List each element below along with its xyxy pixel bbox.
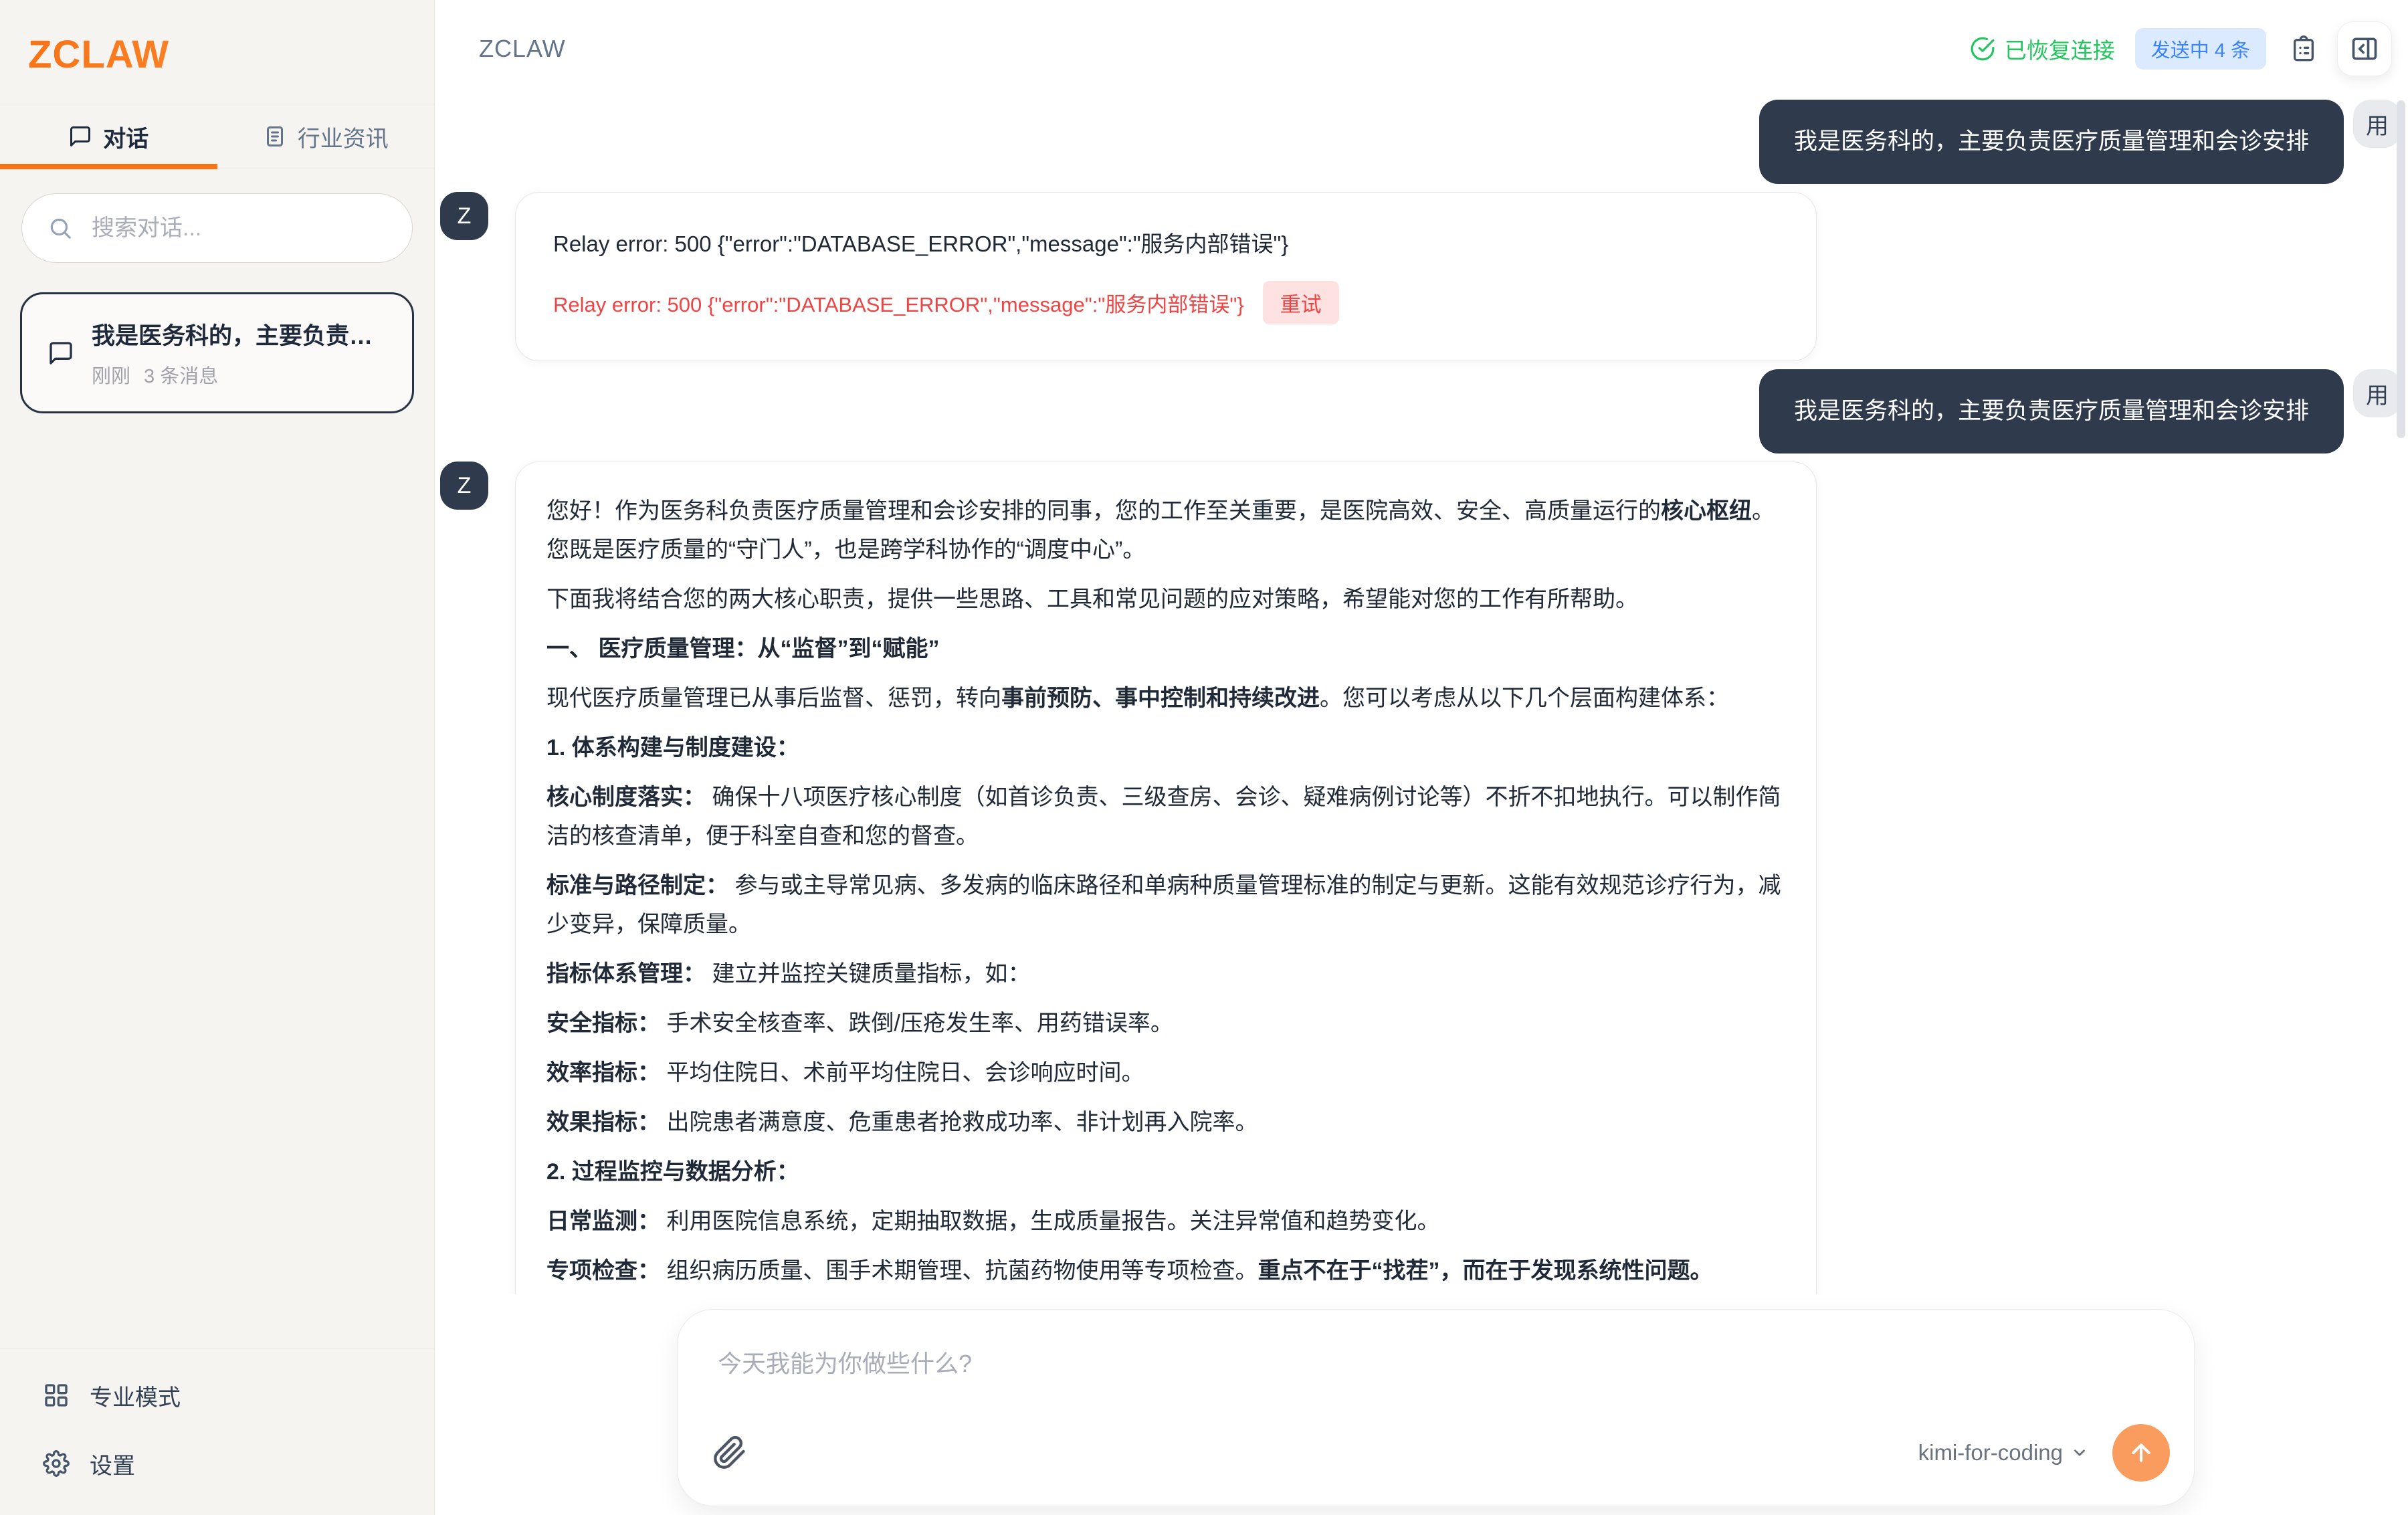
message-paragraph: 2. 过程监控与数据分析： xyxy=(546,1152,1785,1191)
user-avatar: 用 xyxy=(2353,369,2401,417)
conversation-text: 我是医务科的，主要负责医... 刚刚 3 条消息 xyxy=(92,317,387,389)
retry-button[interactable]: 重试 xyxy=(1263,281,1339,324)
search-icon xyxy=(47,215,73,241)
assistant-message-body: 您好！作为医务科负责医疗质量管理和会诊安排的同事，您的工作至关重要，是医院高效、… xyxy=(546,492,1785,1294)
model-label: kimi-for-coding xyxy=(1918,1440,2063,1466)
main-header: ZCLAW 已恢复连接 发送中 4 条 xyxy=(435,0,2408,97)
message-paragraph: 一、 医疗质量管理：从“监督”到“赋能” xyxy=(546,629,1785,668)
sending-badge: 发送中 4 条 xyxy=(2135,28,2266,70)
user-message-bubble: 我是医务科的，主要负责医疗质量管理和会诊安排 xyxy=(1759,369,2344,453)
conversation-count: 3 条消息 xyxy=(144,361,218,389)
error-detail-row: Relay error: 500 {"error":"DATABASE_ERRO… xyxy=(553,281,1779,324)
message-paragraph: 1. 体系构建与制度建设： xyxy=(546,728,1785,767)
composer-area: kimi-for-coding xyxy=(435,1294,2408,1515)
collapse-panel-button[interactable] xyxy=(2337,21,2392,76)
pro-mode-label: 专业模式 xyxy=(90,1379,181,1412)
page-title: ZCLAW xyxy=(479,35,566,63)
assistant-message-row: Z Relay error: 500 {"error":"DATABASE_ER… xyxy=(435,192,2408,361)
composer-right: kimi-for-coding xyxy=(1918,1424,2170,1482)
model-selector[interactable]: kimi-for-coding xyxy=(1918,1440,2088,1466)
tab-conversations[interactable]: 对话 xyxy=(0,104,217,169)
connection-status: 已恢复连接 xyxy=(1970,33,2115,65)
clipboard-icon[interactable] xyxy=(2290,35,2317,62)
search-area xyxy=(0,169,434,270)
chat-bubble-icon xyxy=(68,124,92,148)
tab-label: 对话 xyxy=(103,120,148,153)
message-paragraph: 专项检查： 组织病历质量、围手术期管理、抗菌药物使用等专项检查。重点不在于“找茬… xyxy=(546,1251,1785,1290)
user-avatar: 用 xyxy=(2353,100,2401,148)
conversation-list: 我是医务科的，主要负责医... 刚刚 3 条消息 xyxy=(0,270,434,436)
assistant-avatar: Z xyxy=(440,192,488,240)
tab-industry-news[interactable]: 行业资讯 xyxy=(217,104,435,169)
chat-message-list: 我是医务科的，主要负责医疗质量管理和会诊安排 用 Z Relay error: … xyxy=(435,97,2408,1294)
grid-icon xyxy=(43,1382,70,1409)
settings-label: 设置 xyxy=(90,1447,135,1480)
app-logo: ZCLAW xyxy=(28,32,406,77)
composer-toolbar: kimi-for-coding xyxy=(678,1419,2194,1506)
paperclip-icon xyxy=(712,1435,747,1470)
message-paragraph: 安全指标： 手术安全核查率、跌倒/压疮发生率、用药错误率。 xyxy=(546,1004,1785,1043)
message-paragraph: 效率指标： 平均住院日、术前平均住院日、会诊响应时间。 xyxy=(546,1053,1785,1092)
message-paragraph: 标准与路径制定： 参与或主导常见病、多发病的临床路径和单病种质量管理标准的制定与… xyxy=(546,866,1785,944)
sidebar-footer: 专业模式 设置 xyxy=(0,1348,434,1515)
error-text: Relay error: 500 {"error":"DATABASE_ERRO… xyxy=(553,226,1779,258)
assistant-message-card: 您好！作为医务科负责医疗质量管理和会诊安排的同事，您的工作至关重要，是医院高效、… xyxy=(515,462,1817,1294)
composer-card: kimi-for-coding xyxy=(677,1309,2195,1506)
sidebar: ZCLAW 对话 行业资讯 我是医务科的，主要负责医... 刚刚 3 条消息 xyxy=(0,0,435,1515)
conversation-time: 刚刚 xyxy=(92,361,130,389)
arrow-up-icon xyxy=(2128,1439,2154,1466)
message-paragraph: 现代医疗质量管理已从事后监督、惩罚，转向事前预防、事中控制和持续改进。您可以考虑… xyxy=(546,679,1785,718)
conversation-title: 我是医务科的，主要负责医... xyxy=(92,317,387,351)
message-paragraph: 效果指标： 出院患者满意度、危重患者抢救成功率、非计划再入院率。 xyxy=(546,1103,1785,1142)
search-box xyxy=(21,193,413,263)
sidebar-item-settings[interactable]: 设置 xyxy=(0,1429,434,1498)
main-panel: ZCLAW 已恢复连接 发送中 4 条 我是医务科的，主要负责医疗质量管理和会诊… xyxy=(435,0,2408,1515)
tab-label: 行业资讯 xyxy=(298,120,389,153)
message-paragraph: 指标体系管理： 建立并监控关键质量指标，如： xyxy=(546,954,1785,993)
message-paragraph: 核心制度落实： 确保十八项医疗核心制度（如首诊负责、三级查房、会诊、疑难病例讨论… xyxy=(546,778,1785,855)
logo-area: ZCLAW xyxy=(0,0,434,104)
header-actions: 已恢复连接 发送中 4 条 xyxy=(1970,21,2392,76)
attach-button[interactable] xyxy=(712,1435,747,1470)
user-message-row: 我是医务科的，主要负责医疗质量管理和会诊安排 用 xyxy=(435,369,2408,453)
conversation-meta: 刚刚 3 条消息 xyxy=(92,361,387,389)
user-message-bubble: 我是医务科的，主要负责医疗质量管理和会诊安排 xyxy=(1759,100,2344,184)
conversation-item[interactable]: 我是医务科的，主要负责医... 刚刚 3 条消息 xyxy=(20,292,414,413)
error-message-card: Relay error: 500 {"error":"DATABASE_ERRO… xyxy=(515,192,1817,361)
user-message-row: 我是医务科的，主要负责医疗质量管理和会诊安排 用 xyxy=(435,100,2408,184)
sidebar-tabs: 对话 行业资讯 xyxy=(0,104,434,169)
scrollbar-thumb[interactable] xyxy=(2397,100,2405,438)
newspaper-icon xyxy=(263,124,287,148)
message-paragraph: 日常监测： 利用医院信息系统，定期抽取数据，生成质量报告。关注异常值和趋势变化。 xyxy=(546,1202,1785,1241)
message-input[interactable] xyxy=(678,1310,2194,1419)
check-circle-icon xyxy=(1970,36,1995,62)
sidebar-item-pro-mode[interactable]: 专业模式 xyxy=(0,1361,434,1429)
message-paragraph: 您好！作为医务科负责医疗质量管理和会诊安排的同事，您的工作至关重要，是医院高效、… xyxy=(546,492,1785,569)
chat-bubble-icon xyxy=(47,340,74,367)
assistant-message-row: Z 您好！作为医务科负责医疗质量管理和会诊安排的同事，您的工作至关重要，是医院高… xyxy=(435,462,2408,1294)
send-button[interactable] xyxy=(2112,1424,2170,1482)
error-detail-text: Relay error: 500 {"error":"DATABASE_ERRO… xyxy=(553,288,1244,318)
message-paragraph: 下面我将结合您的两大核心职责，提供一些思路、工具和常见问题的应对策略，希望能对您… xyxy=(546,580,1785,619)
search-input[interactable] xyxy=(22,194,412,262)
gear-icon xyxy=(43,1450,70,1477)
panel-collapse-icon xyxy=(2350,34,2379,64)
connection-status-text: 已恢复连接 xyxy=(2005,33,2115,65)
assistant-avatar: Z xyxy=(440,462,488,510)
chevron-down-icon xyxy=(2071,1444,2088,1461)
